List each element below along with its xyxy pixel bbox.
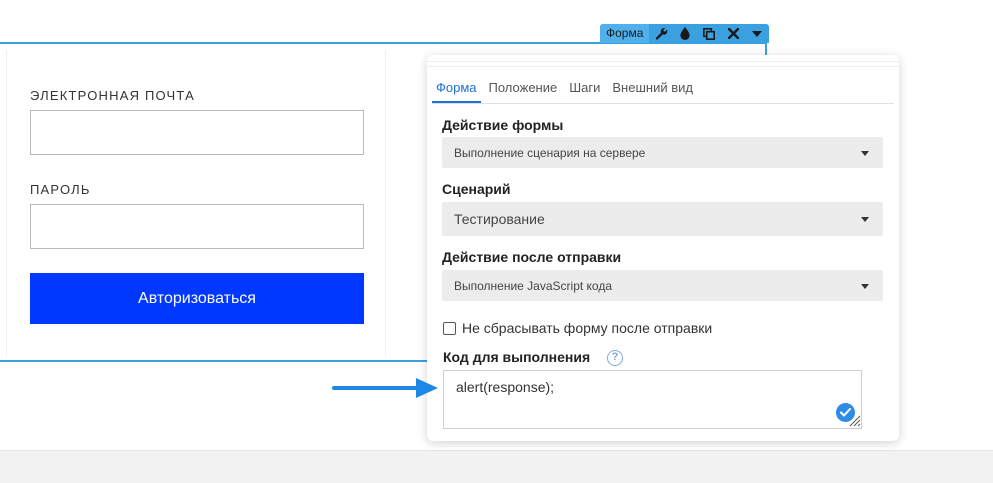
password-label: ПАРОЛЬ	[30, 182, 91, 197]
email-label: ЭЛЕКТРОННАЯ ПОЧТА	[30, 88, 195, 103]
block-toolbar: Форма	[600, 24, 770, 43]
form-settings-popup: Форма Положение Шаги Внешний вид Действи…	[427, 55, 899, 441]
form-action-value: Выполнение сценария на сервере	[454, 145, 646, 160]
no-reset-option[interactable]: Не сбрасывать форму после отправки	[443, 320, 712, 336]
form-action-select[interactable]: Выполнение сценария на сервере	[442, 137, 883, 168]
code-label: Код для выполнения	[443, 349, 591, 365]
footer-band	[0, 450, 993, 483]
pointer-arrow-icon	[332, 378, 438, 398]
chevron-down-icon	[861, 150, 869, 156]
page: ЭЛЕКТРОННАЯ ПОЧТА ПАРОЛЬ Авторизоваться …	[0, 0, 993, 483]
caret-down-icon[interactable]	[745, 24, 769, 43]
popup-drag-handle[interactable]	[427, 61, 899, 67]
after-submit-label: Действие после отправки	[442, 249, 622, 265]
code-editor[interactable]: alert(response);	[443, 370, 862, 429]
email-field[interactable]	[30, 110, 364, 155]
password-field[interactable]	[30, 204, 364, 249]
block-toolbar-title: Форма	[600, 24, 650, 43]
login-form: ЭЛЕКТРОННАЯ ПОЧТА ПАРОЛЬ Авторизоваться	[6, 50, 386, 356]
settings-tabs: Форма Положение Шаги Внешний вид	[432, 75, 894, 104]
no-reset-checkbox[interactable]	[443, 321, 456, 335]
tab-appearance[interactable]: Внешний вид	[608, 75, 697, 103]
no-reset-label: Не сбрасывать форму после отправки	[462, 320, 713, 336]
chevron-down-icon	[861, 283, 869, 289]
after-submit-value: Выполнение JavaScript кода	[454, 278, 613, 293]
form-action-label: Действие формы	[442, 117, 564, 133]
drop-icon[interactable]	[673, 24, 697, 43]
scenario-select[interactable]: Тестирование	[442, 202, 883, 236]
scenario-value: Тестирование	[454, 211, 545, 227]
submit-button[interactable]: Авторизоваться	[30, 273, 364, 324]
wrench-icon[interactable]	[649, 24, 673, 43]
tab-position[interactable]: Положение	[485, 75, 562, 103]
chevron-down-icon	[861, 217, 869, 222]
scenario-label: Сценарий	[442, 181, 511, 197]
close-icon[interactable]	[721, 24, 745, 43]
duplicate-icon[interactable]	[697, 24, 721, 43]
help-icon[interactable]: ?	[607, 350, 623, 366]
after-submit-select[interactable]: Выполнение JavaScript кода	[442, 270, 883, 301]
tab-steps[interactable]: Шаги	[565, 75, 604, 103]
tab-form[interactable]: Форма	[432, 75, 481, 103]
resize-handle-icon[interactable]	[845, 411, 861, 427]
